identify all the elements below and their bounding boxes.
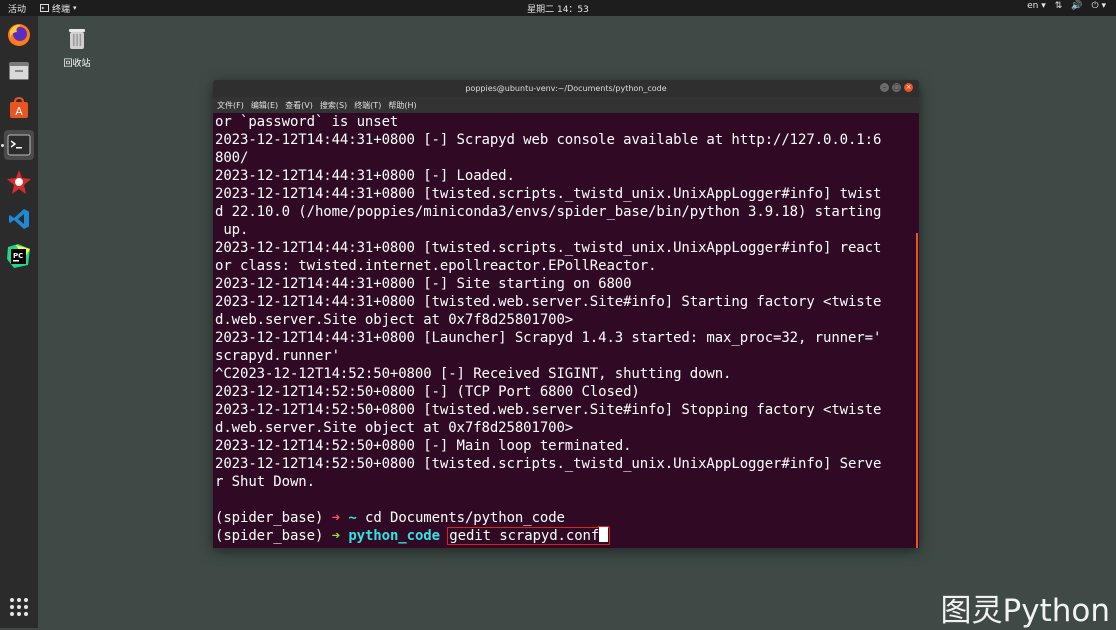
- prompt-dir: ~: [348, 510, 357, 526]
- app-icon: [7, 170, 31, 194]
- desktop-trash[interactable]: 回收站: [60, 26, 94, 69]
- terminal-line: 2023-12-12T14:52:50+0800 [-] Main loop t…: [215, 438, 632, 454]
- prompt-line-2[interactable]: (spider_base) ➜ python_code gedit scrapy…: [215, 527, 917, 545]
- terminal-line: 800/: [215, 150, 249, 166]
- terminal-line: 2023-12-12T14:52:50+0800 [twisted.script…: [215, 456, 882, 472]
- app-menu[interactable]: 终端 ▾: [40, 2, 77, 15]
- clock[interactable]: 星期二 14：53: [527, 5, 589, 15]
- volume-icon[interactable]: 🔊: [1071, 1, 1082, 11]
- trash-icon: [69, 29, 85, 49]
- terminal-line: r Shut Down.: [215, 474, 315, 490]
- menu-edit[interactable]: 编辑(E): [251, 100, 278, 111]
- dock-item-app[interactable]: [4, 167, 34, 197]
- terminal-line: ^C2023-12-12T14:52:50+0800 [-] Received …: [215, 366, 732, 382]
- svg-text:PC: PC: [13, 252, 23, 260]
- window-title: poppies@ubuntu-venv:~/Documents/python_c…: [465, 84, 667, 93]
- network-icon[interactable]: ⇅: [1055, 1, 1063, 11]
- power-icon[interactable]: ⏻ ▾: [1092, 1, 1107, 11]
- activities-button[interactable]: 活动: [8, 2, 26, 15]
- menu-terminal[interactable]: 终端(T): [354, 100, 381, 111]
- terminal-line: d.web.server.Site object at 0x7f8d258017…: [215, 420, 574, 436]
- terminal-output[interactable]: or `password` is unset 2023-12-12T14:44:…: [213, 113, 919, 548]
- maximize-button[interactable]: □: [892, 83, 901, 92]
- terminal-window[interactable]: poppies@ubuntu-venv:~/Documents/python_c…: [213, 80, 919, 548]
- terminal-line: 2023-12-12T14:44:31+0800 [-] Scrapyd web…: [215, 132, 882, 148]
- terminal-line: 2023-12-12T14:52:50+0800 [twisted.web.se…: [215, 402, 882, 418]
- terminal-line: 2023-12-12T14:44:31+0800 [twisted.script…: [215, 186, 882, 202]
- chevron-down-icon: ▾: [73, 4, 77, 12]
- highlighted-command[interactable]: gedit scrapyd.conf: [447, 527, 611, 545]
- terminal-line: 2023-12-12T14:44:31+0800 [twisted.script…: [215, 240, 882, 256]
- prompt-command: gedit scrapyd.conf: [449, 528, 600, 544]
- prompt-line-1: (spider_base) ➜ ~ cd Documents/python_co…: [215, 509, 917, 527]
- terminal-line: 2023-12-12T14:44:31+0800 [twisted.web.se…: [215, 294, 882, 310]
- terminal-line: 2023-12-12T14:52:50+0800 [-] (TCP Port 6…: [215, 384, 640, 400]
- dock-item-vscode[interactable]: [4, 204, 34, 234]
- pycharm-icon: PC: [7, 244, 30, 268]
- terminal-line: or `password` is unset: [215, 114, 399, 130]
- prompt-command: cd Documents/python_code: [365, 510, 565, 526]
- prompt-dir: python_code: [348, 528, 440, 544]
- dock-item-terminal[interactable]: [4, 130, 34, 160]
- terminal-line: d 22.10.0 (/home/poppies/miniconda3/envs…: [215, 204, 882, 220]
- menu-search[interactable]: 搜索(S): [320, 100, 347, 111]
- terminal-line: up.: [215, 222, 249, 238]
- prompt-env: (spider_base): [215, 528, 324, 544]
- svg-text:A: A: [15, 105, 23, 118]
- terminal-line: 2023-12-12T14:44:31+0800 [-] Loaded.: [215, 168, 515, 184]
- vscode-icon: [9, 209, 29, 229]
- menu-file[interactable]: 文件(F): [217, 100, 244, 111]
- terminal-icon: [7, 134, 31, 156]
- text-cursor: [599, 527, 609, 542]
- terminal-scrollbar[interactable]: [916, 233, 918, 548]
- terminal-line: 2023-12-12T14:44:31+0800 [-] Site starti…: [215, 276, 632, 292]
- terminal-line: 2023-12-12T14:44:31+0800 [Launcher] Scra…: [215, 330, 882, 346]
- terminal-line: scrapyd.runner': [215, 348, 340, 364]
- dock-item-software[interactable]: A: [4, 93, 34, 123]
- prompt-arrow-icon: ➜: [331, 528, 340, 544]
- close-button[interactable]: ×: [904, 83, 913, 92]
- prompt-env: (spider_base): [215, 510, 324, 526]
- window-menubar: 文件(F) 编辑(E) 查看(V) 搜索(S) 终端(T) 帮助(H): [213, 97, 919, 113]
- terminal-line: or class: twisted.internet.epollreactor.…: [215, 258, 657, 274]
- watermark: 图灵Python: [940, 593, 1110, 629]
- trash-label: 回收站: [63, 59, 91, 69]
- show-apps-icon[interactable]: [10, 598, 28, 616]
- minimize-button[interactable]: –: [880, 83, 889, 92]
- terminal-small-icon: [40, 4, 50, 12]
- dock-item-pycharm[interactable]: PC: [4, 241, 34, 271]
- window-titlebar[interactable]: poppies@ubuntu-venv:~/Documents/python_c…: [213, 80, 919, 97]
- software-center-icon: A: [10, 96, 28, 118]
- firefox-icon: [8, 24, 30, 46]
- menu-help[interactable]: 帮助(H): [388, 100, 416, 111]
- menu-view[interactable]: 查看(V): [285, 100, 313, 111]
- dock-item-files[interactable]: [4, 56, 34, 86]
- dock-item-firefox[interactable]: [4, 20, 34, 50]
- dock: A PC: [0, 16, 38, 628]
- app-menu-label: 终端: [52, 4, 71, 15]
- language-indicator[interactable]: en ▾: [1027, 1, 1046, 11]
- files-icon: [9, 62, 29, 80]
- top-panel: 活动 终端 ▾ 星期二 14：53 en ▾ ⇅ 🔊 ⏻ ▾: [0, 0, 1116, 16]
- prompt-arrow-icon: ➜: [331, 510, 340, 526]
- terminal-line: d.web.server.Site object at 0x7f8d258017…: [215, 312, 574, 328]
